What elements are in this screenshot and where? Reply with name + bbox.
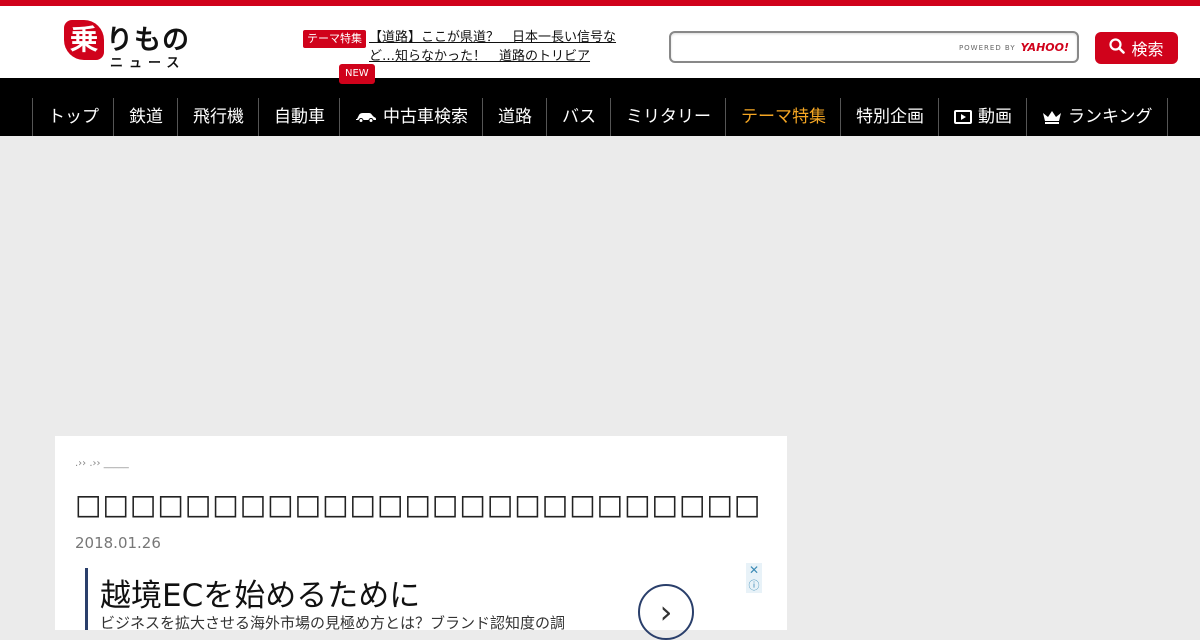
search-button-label: 検索: [1131, 40, 1164, 59]
article-card: .›› .›› _____ □□□□□□□□□□□□□□□□□□□□□□□□□ …: [55, 436, 787, 640]
ad-controls: ✕ ⓘ: [746, 563, 762, 593]
search-box: POWERED BY YAHOO!: [669, 31, 1079, 63]
nav-item-0[interactable]: トップ: [33, 98, 114, 136]
nav-item-label: バス: [562, 107, 596, 127]
nav-item-label: トップ: [48, 107, 99, 127]
search-icon: [1109, 38, 1126, 58]
breadcrumb[interactable]: .›› .›› _____: [75, 458, 129, 469]
car-icon: [355, 111, 377, 123]
crown-icon: [1042, 109, 1062, 125]
nav-item-label: 鉄道: [129, 107, 163, 127]
nav-item-label: 飛行機: [193, 107, 244, 127]
nav-item-label: ランキング: [1068, 107, 1153, 127]
nav-item-8[interactable]: テーマ特集: [726, 98, 841, 136]
nav-item-6[interactable]: バス: [547, 98, 611, 136]
nav-item-5[interactable]: 道路: [483, 98, 547, 136]
inline-ad[interactable]: 越境ECを始めるために ビジネスを拡大させる海外市場の見極め方とは？ブランド認知…: [85, 568, 768, 640]
yahoo-logo: YAHOO!: [1020, 41, 1069, 54]
chevron-right-icon[interactable]: ›: [638, 584, 694, 640]
nav-item-2[interactable]: 飛行機: [178, 98, 259, 136]
close-icon[interactable]: ✕: [746, 563, 762, 578]
nav-item-label: 自動車: [274, 107, 325, 127]
logo-mark: 乗: [64, 20, 104, 60]
nav-item-label: ミリタリー: [626, 107, 711, 127]
logo-sub-text: ニュース: [110, 56, 186, 71]
nav-item-label: 特別企画: [856, 107, 924, 127]
feature-link[interactable]: 【道路】ここが県道？ 日本一長い信号など…知らなかった！ 道路のトリビア: [369, 28, 629, 66]
nav-item-10[interactable]: 動画: [939, 98, 1027, 136]
nav-item-label: テーマ特集: [741, 107, 826, 127]
main-nav: トップ 鉄道 飛行機 自動車 中古車検索 道路 バス ミリタリー テーマ特集 特別企画 動画 ランキン…: [0, 78, 1200, 136]
info-icon[interactable]: ⓘ: [746, 578, 762, 593]
ad-headline[interactable]: 越境ECを始めるために: [100, 570, 420, 615]
nav-item-11[interactable]: ランキング: [1027, 98, 1167, 136]
search-input[interactable]: [679, 33, 963, 63]
feature-badge: テーマ特集: [303, 30, 366, 48]
nav-item-label: 動画: [978, 107, 1012, 127]
nav-item-7[interactable]: ミリタリー: [611, 98, 726, 136]
nav-list: トップ 鉄道 飛行機 自動車 中古車検索 道路 バス ミリタリー テーマ特集 特別企画 動画 ランキン…: [32, 98, 1168, 136]
video-icon: [954, 110, 972, 124]
article-date: 2018.01.26: [75, 534, 161, 552]
nav-item-9[interactable]: 特別企画: [841, 98, 939, 136]
powered-by-label: POWERED BY: [958, 43, 1016, 52]
ad-banner-area: [0, 136, 1200, 436]
nav-item-label: 中古車検索: [383, 107, 468, 127]
nav-item-4[interactable]: 中古車検索: [340, 98, 483, 136]
article-title: □□□□□□□□□□□□□□□□□□□□□□□□□: [75, 488, 762, 521]
site-header: 乗 りもの ニュース テーマ特集 【道路】ここが県道？ 日本一長い信号など…知ら…: [0, 6, 1200, 78]
powered-by: POWERED BY YAHOO!: [959, 41, 1069, 54]
search-button[interactable]: 検索: [1095, 32, 1178, 64]
site-logo[interactable]: 乗 りもの ニュース: [64, 18, 194, 71]
nav-item-3[interactable]: 自動車: [259, 98, 340, 136]
new-badge: NEW: [339, 64, 375, 84]
nav-item-label: 道路: [498, 107, 532, 127]
nav-item-1[interactable]: 鉄道: [114, 98, 178, 136]
